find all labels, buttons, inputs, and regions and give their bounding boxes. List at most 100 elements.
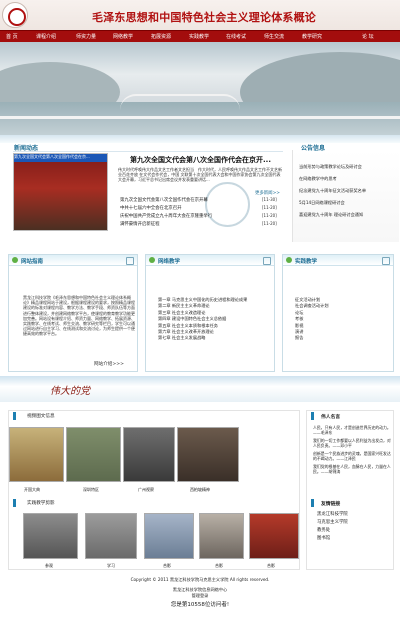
- photo-xibaipo[interactable]: [177, 427, 239, 482]
- slogan-text: 伟大的党: [50, 386, 90, 397]
- friend-link[interactable]: 黑龙江科技学院: [317, 511, 348, 519]
- news-item[interactable]: 中共十七届六中全会在北京召开: [120, 205, 235, 213]
- news-divider: [13, 151, 283, 152]
- logo[interactable]: [2, 2, 28, 28]
- teaching-box: 网络教学 第一章 马克思主义中国化的历史进程和理论成果 第二章 新民主主义革命理…: [145, 254, 275, 372]
- news-date: [11-30]: [262, 197, 277, 202]
- news-item[interactable]: 满怀豪情开启新征程: [120, 221, 235, 229]
- photo-guangzhou[interactable]: [123, 427, 175, 482]
- photo-caption: 深圳特区: [83, 487, 99, 492]
- gallery-section-title: 实践教学剪影: [27, 501, 55, 506]
- notice-panel: 公告信息 当前形势与政策教学论坛及研讨会 在网络教学中的思考 纪念建党九十周年征…: [292, 145, 399, 242]
- news-image-caption: 第九次全国文代会第八次全国作代会在京...: [14, 154, 107, 162]
- photo-caption: 开国大典: [24, 487, 40, 492]
- nav-research[interactable]: 教学研究: [302, 33, 322, 40]
- news-date: [11-20]: [262, 221, 277, 226]
- news-image[interactable]: 第九次全国文代会第八次全国作代会在京...: [13, 153, 108, 231]
- practice-title: 实践教学: [295, 259, 318, 265]
- footer: Copyright © 2011 黑龙江科技学院马克思主义学院 All righ…: [0, 575, 400, 618]
- quotes-list: 人民，只有人民，才是创造世界历史的动力。——毛泽东 我们的一切工作都要以人民利益…: [313, 425, 391, 474]
- practice-list: 征文活动计划 社会调查活动计划 论坛 考核 影视 演讲 报告: [295, 297, 385, 342]
- gallery-photo[interactable]: [23, 513, 78, 559]
- more-icon[interactable]: [263, 257, 271, 265]
- notice-item[interactable]: 纪念建党九十周年征文活动获奖名单: [299, 188, 397, 194]
- quote-item: 我们的一切工作都要以人民利益为出发点，对人民负责。——邓小平: [313, 438, 391, 448]
- gallery-caption: 合影: [267, 563, 275, 568]
- news-item[interactable]: 第九次全国文代会第八次全国作代会在京开幕: [120, 197, 235, 205]
- news-date: [11-20]: [262, 213, 277, 218]
- gallery-photo[interactable]: [199, 513, 244, 559]
- visitor-counter: 您是第10558位访问者!: [170, 602, 230, 608]
- notice-item[interactable]: 喜迎建党九十周年 理论研讨会通知: [299, 212, 397, 218]
- practice-item[interactable]: 报告: [295, 335, 385, 341]
- news-dates: [11-30] [11-20] [11-20] [11-20]: [262, 197, 277, 229]
- right-panel: 伟人名言 人民，只有人民，才是创造世界历史的动力。——毛泽东 我们的一切工作都要…: [306, 410, 394, 570]
- photo-shenzhen[interactable]: [66, 427, 121, 482]
- leaf-icon: [149, 257, 155, 263]
- guide-title: 网站指南: [21, 259, 44, 265]
- more-icon[interactable]: [126, 257, 134, 265]
- teaching-title: 网络教学: [158, 259, 181, 265]
- notice-item[interactable]: 在网络教学中的思考: [299, 176, 397, 182]
- links-title: 友情链接: [321, 502, 341, 507]
- quote-item: 创新是一个民族进步的灵魂，是国家兴旺发达的不竭动力。——江泽民: [313, 451, 391, 461]
- friend-link[interactable]: 教务处: [317, 527, 348, 535]
- nav-resources[interactable]: 拓展资源: [151, 33, 171, 40]
- site-header: 毛泽东思想和中国特色社会主义理论体系概论: [0, 0, 400, 30]
- people-title: 伟人名言: [321, 415, 341, 420]
- friend-link[interactable]: 马克思主义学院: [317, 519, 348, 527]
- gallery-caption: 合影: [163, 563, 171, 568]
- nav-practice[interactable]: 实践教学: [189, 33, 209, 40]
- nav-communication[interactable]: 师生交流: [264, 33, 284, 40]
- news-date: [11-20]: [262, 205, 277, 210]
- practice-box: 实践教学 征文活动计划 社会调查活动计划 论坛 考核 影视 演讲 报告: [282, 254, 394, 372]
- media-panel: 视频图文信息 开国大典 深圳特区 广州视察 西柏坡精神 实践教学剪影 参观 学习…: [8, 410, 300, 570]
- nav-course-intro[interactable]: 课程介绍: [36, 33, 56, 40]
- gallery-caption: 学习: [107, 563, 115, 568]
- banner-strip: [0, 135, 400, 143]
- nav-home[interactable]: 首 页: [6, 33, 18, 40]
- notice-section-title: 公告信息: [301, 145, 326, 152]
- notice-item[interactable]: 当前形势与政策教学论坛及研讨会: [299, 164, 397, 170]
- guide-more-link[interactable]: 网站介绍>>>: [94, 361, 124, 367]
- news-more-link[interactable]: 更多新闻>>: [255, 190, 280, 196]
- gallery-photo[interactable]: [144, 513, 194, 559]
- gallery-photo[interactable]: [85, 513, 137, 559]
- nav-forum[interactable]: 论 坛: [362, 33, 374, 40]
- gallery-caption: 合影: [215, 563, 223, 568]
- copyright: Copyright © 2011 黑龙江科技学院马克思主义学院 All righ…: [130, 577, 270, 582]
- more-icon[interactable]: [382, 257, 390, 265]
- site-title: 毛泽东思想和中国特色社会主义理论体系概论: [92, 11, 316, 24]
- panel-marker: [13, 499, 16, 507]
- photo-caption: 西柏坡精神: [190, 487, 210, 492]
- nav-exam[interactable]: 在线考试: [226, 33, 246, 40]
- teaching-list: 第一章 马克思主义中国化的历史进程和理论成果 第二章 新民主主义革命理论 第三章…: [158, 297, 273, 342]
- quote-item: 人民，只有人民，才是创造世界历史的动力。——毛泽东: [313, 425, 391, 435]
- leaf-icon: [286, 257, 292, 263]
- quote-item: 我们党的根基在人民，血脉在人民，力量在人民。——胡锦涛: [313, 464, 391, 474]
- friend-link[interactable]: 图书馆: [317, 535, 348, 543]
- panel-marker: [311, 412, 314, 420]
- nav-online-teaching[interactable]: 网络教学: [113, 33, 133, 40]
- admin-login-link[interactable]: 管理登录: [0, 593, 400, 599]
- panel-marker: [311, 499, 314, 507]
- notice-item[interactable]: 5月14日网络课程研讨会: [299, 200, 397, 206]
- video-section-title: 视频图文信息: [27, 414, 55, 419]
- news-headline[interactable]: 第九次全国文代会第八次全国作代会在京开...: [130, 155, 271, 165]
- news-list: 第九次全国文代会第八次全国作代会在京开幕 中共十七届六中全会在北京召开 庆祝中国…: [120, 197, 235, 229]
- links-list: 黑龙江科技学院 马克思主义学院 教务处 图书馆: [317, 511, 348, 543]
- photo-founding[interactable]: [9, 427, 64, 482]
- news-summary: 伟大时代呼唤伟大作品文艺工作者文艺担当 作大时代，人民呼唤伟大作品文艺工作不文艺…: [118, 167, 282, 182]
- leaf-icon: [12, 257, 18, 263]
- nav-faculty[interactable]: 师资力量: [76, 33, 96, 40]
- photo-caption: 广州视察: [138, 487, 154, 492]
- slogan-banner: 伟大的党: [0, 376, 400, 402]
- gallery-photo[interactable]: [249, 513, 299, 559]
- gallery-caption: 参观: [45, 563, 53, 568]
- guide-box: 网站指南 黑龙江科技学院《毛泽东思想和中国特色社会主义理论体系概论》精品课程网站…: [8, 254, 138, 372]
- news-item[interactable]: 庆祝中国共产党成立九十周年大会在京隆重举行: [120, 213, 235, 221]
- guide-text: 黑龙江科技学院《毛泽东思想和中国特色社会主义理论体系概论》精品课程网站于建设，根…: [23, 295, 135, 337]
- panel-marker: [13, 412, 16, 420]
- teaching-item[interactable]: 第七章 社会主义发展战略: [158, 335, 273, 341]
- banner-image: [0, 42, 400, 135]
